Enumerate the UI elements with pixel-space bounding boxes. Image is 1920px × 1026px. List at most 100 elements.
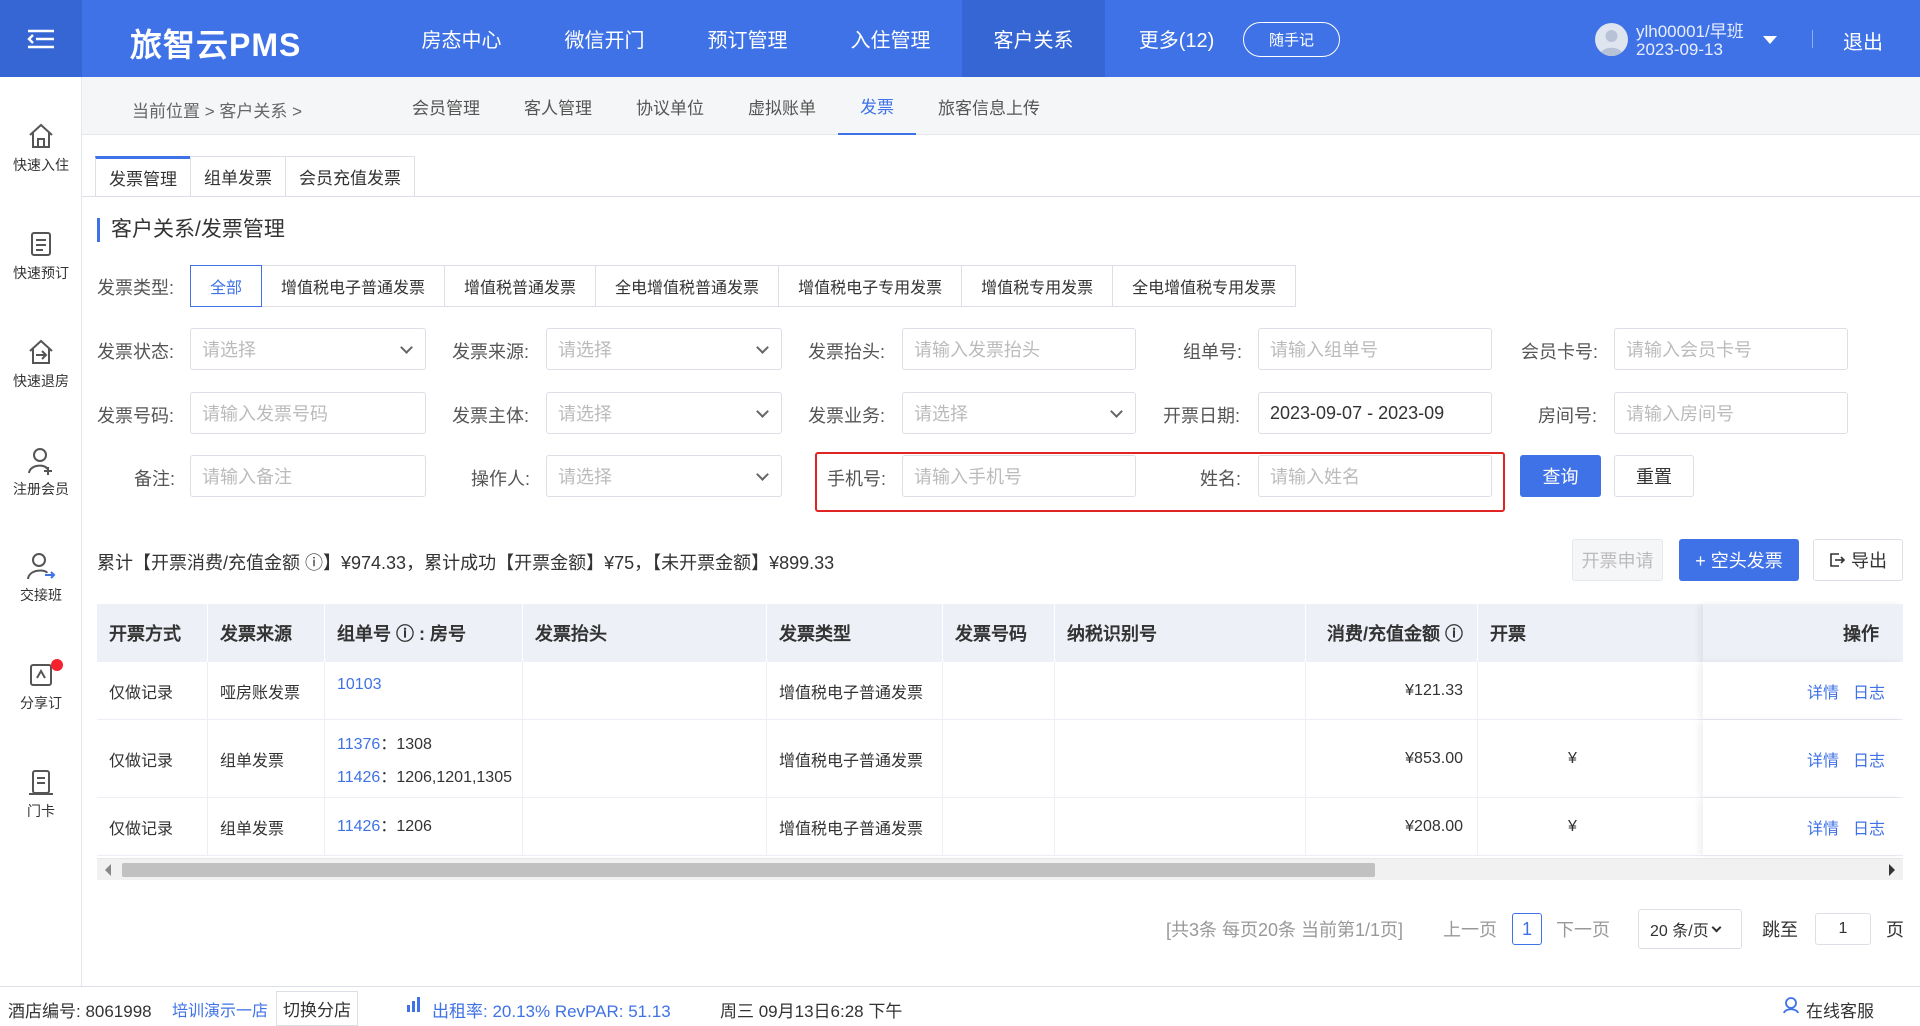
- column-header: 发票来源: [208, 604, 325, 662]
- operator-placeholder: 请选择: [558, 467, 612, 487]
- table-cell-title: [523, 720, 767, 797]
- page-tab[interactable]: 会员充值发票: [285, 156, 415, 196]
- member-card-input[interactable]: 请输入会员卡号: [1614, 328, 1848, 370]
- sidebar: 快速入住 快速预订 快速退房 注册会员 交接班 分享订 门卡: [0, 77, 82, 986]
- group-number-link[interactable]: 10103: [337, 676, 382, 693]
- table-cell-groups: 10103: [325, 662, 523, 719]
- topnav-item[interactable]: 入住管理: [819, 0, 962, 77]
- sidebar-item-quick-booking[interactable]: 快速预订: [0, 229, 82, 283]
- sidebar-item-quick-checkin[interactable]: 快速入住: [0, 121, 82, 175]
- room-number-input[interactable]: 请输入房间号: [1614, 392, 1848, 434]
- quick-note-button[interactable]: 随手记: [1243, 22, 1340, 57]
- sidebar-item-share-booking[interactable]: 分享订: [0, 659, 82, 713]
- date-range-input[interactable]: 2023-09-07 - 2023-09: [1258, 392, 1492, 434]
- menu-toggle-button[interactable]: [0, 0, 82, 77]
- column-header: 发票类型: [767, 604, 943, 662]
- subnav-tab[interactable]: 发票: [838, 77, 916, 135]
- page-size-select[interactable]: 20 条/页: [1638, 909, 1742, 949]
- detail-link[interactable]: 详情: [1807, 747, 1839, 771]
- column-header: 纳税识别号: [1055, 604, 1306, 662]
- invoice-type-option[interactable]: 全电增值税普通发票: [595, 265, 780, 307]
- sidebar-item-door-card[interactable]: 门卡: [0, 767, 82, 821]
- operations-header: 操作: [1703, 604, 1903, 662]
- jump-page-input[interactable]: 1: [1815, 913, 1871, 945]
- sidebar-item-register-member[interactable]: 注册会员: [0, 445, 82, 499]
- user-dropdown-icon[interactable]: [1763, 36, 1777, 44]
- table-row: 仅做记录 哑房账发票 10103 增值税电子普通发票 ¥121.33 详情 日志: [97, 662, 1903, 720]
- table-cell-amount: ¥121.33: [1306, 662, 1478, 719]
- sidebar-item-quick-checkout[interactable]: 快速退房: [0, 337, 82, 391]
- invoice-type-option[interactable]: 增值税专用发票: [961, 265, 1114, 307]
- subject-select[interactable]: 请选择: [546, 392, 782, 434]
- detail-link[interactable]: 详情: [1807, 679, 1839, 703]
- log-link[interactable]: 日志: [1853, 815, 1885, 839]
- group-number-link[interactable]: 11426: [337, 818, 380, 835]
- row-operations: 详情 日志: [1703, 662, 1903, 719]
- user-avatar[interactable]: [1595, 23, 1628, 56]
- online-service-link[interactable]: 在线客服: [1806, 997, 1874, 1022]
- detail-link[interactable]: 详情: [1807, 815, 1839, 839]
- table-horizontal-scrollbar[interactable]: [97, 858, 1903, 880]
- topnav-item[interactable]: 微信开门: [533, 0, 676, 77]
- pagination-info: [共3条 每页20条 当前第1/1页]: [1166, 920, 1404, 940]
- group-room-entry: 10103: [337, 676, 382, 694]
- subnav-tab[interactable]: 客人管理: [502, 77, 614, 135]
- invoice-type-option[interactable]: 全部: [190, 265, 263, 307]
- group-room-entry: 11426：1206,1201,1305: [337, 763, 512, 787]
- status-select[interactable]: 请选择: [190, 328, 426, 370]
- group-number-input[interactable]: 请输入组单号: [1258, 328, 1492, 370]
- invoice-type-option[interactable]: 增值税普通发票: [444, 265, 597, 307]
- subnav-tab[interactable]: 会员管理: [390, 77, 502, 135]
- scroll-left-icon[interactable]: [105, 864, 111, 876]
- page-tab[interactable]: 组单发票: [190, 156, 286, 196]
- invoice-title-input[interactable]: 请输入发票抬头: [902, 328, 1136, 370]
- remark-input[interactable]: 请输入备注: [190, 455, 426, 497]
- topnav-item[interactable]: 更多(12): [1105, 0, 1248, 77]
- logout-button[interactable]: 退出: [1843, 26, 1883, 55]
- column-header: 组单号 ⓘ : 房号: [325, 604, 523, 662]
- group-number-link[interactable]: 11426: [337, 769, 380, 786]
- topnav-item[interactable]: 预订管理: [676, 0, 819, 77]
- operator-select[interactable]: 请选择: [546, 455, 782, 497]
- invoice-type-option[interactable]: 增值税电子专用发票: [778, 265, 963, 307]
- phone-input[interactable]: 请输入手机号: [902, 455, 1136, 497]
- type-value: 增值税电子普通发票: [779, 684, 924, 702]
- next-page-button[interactable]: 下一页: [1556, 911, 1610, 947]
- scrollbar-thumb[interactable]: [122, 863, 1375, 877]
- invoice-number-input[interactable]: 请输入发票号码: [190, 392, 426, 434]
- name-input[interactable]: 请输入姓名: [1258, 455, 1492, 497]
- subnav-tab[interactable]: 协议单位: [614, 77, 726, 135]
- log-link[interactable]: 日志: [1853, 679, 1885, 703]
- subnav-tab[interactable]: 旅客信息上传: [916, 77, 1062, 135]
- blank-invoice-button[interactable]: + 空头发票: [1679, 539, 1799, 581]
- invoice-type-option[interactable]: 全电增值税专用发票: [1112, 265, 1297, 307]
- topnav-item[interactable]: 房态中心: [390, 0, 533, 77]
- prev-page-button[interactable]: 上一页: [1443, 911, 1497, 947]
- reset-button[interactable]: 重置: [1614, 455, 1694, 497]
- room-placeholder: 请输入房间号: [1626, 404, 1734, 424]
- column-header: 发票号码: [943, 604, 1055, 662]
- table-cell-source: 组单发票: [208, 798, 325, 855]
- business-select[interactable]: 请选择: [902, 392, 1136, 434]
- menu-icon: [27, 29, 54, 48]
- name-label: 姓名:: [1200, 469, 1242, 489]
- group-number-link[interactable]: 11376: [337, 736, 380, 753]
- table-cell-type: 增值税电子普通发票: [767, 662, 943, 719]
- phone-placeholder: 请输入手机号: [914, 467, 1022, 487]
- invoice-type-option[interactable]: 增值税电子普通发票: [261, 265, 446, 307]
- source-select[interactable]: 请选择: [546, 328, 782, 370]
- subnav-tab[interactable]: 虚拟账单: [726, 77, 838, 135]
- log-link[interactable]: 日志: [1853, 747, 1885, 771]
- page-tab[interactable]: 发票管理: [95, 156, 191, 196]
- query-button[interactable]: 查询: [1520, 455, 1601, 497]
- sidebar-item-shift-handover[interactable]: 交接班: [0, 551, 82, 605]
- invoice-type-group: 全部 增值税电子普通发票 增值税普通发票 全电增值税普通发票 增值税电子专用发票 增值税专…: [190, 265, 1297, 307]
- group-room-entry: 11376：1308: [337, 730, 432, 754]
- current-page[interactable]: 1: [1512, 913, 1542, 945]
- switch-hotel-button[interactable]: 切换分店: [276, 991, 358, 1026]
- invoice-apply-button[interactable]: 开票申请: [1572, 539, 1663, 581]
- topnav-item[interactable]: 客户关系: [962, 0, 1105, 77]
- export-button[interactable]: 导出: [1813, 539, 1903, 581]
- scroll-right-icon[interactable]: [1889, 864, 1895, 876]
- source-label: 发票来源:: [452, 342, 530, 362]
